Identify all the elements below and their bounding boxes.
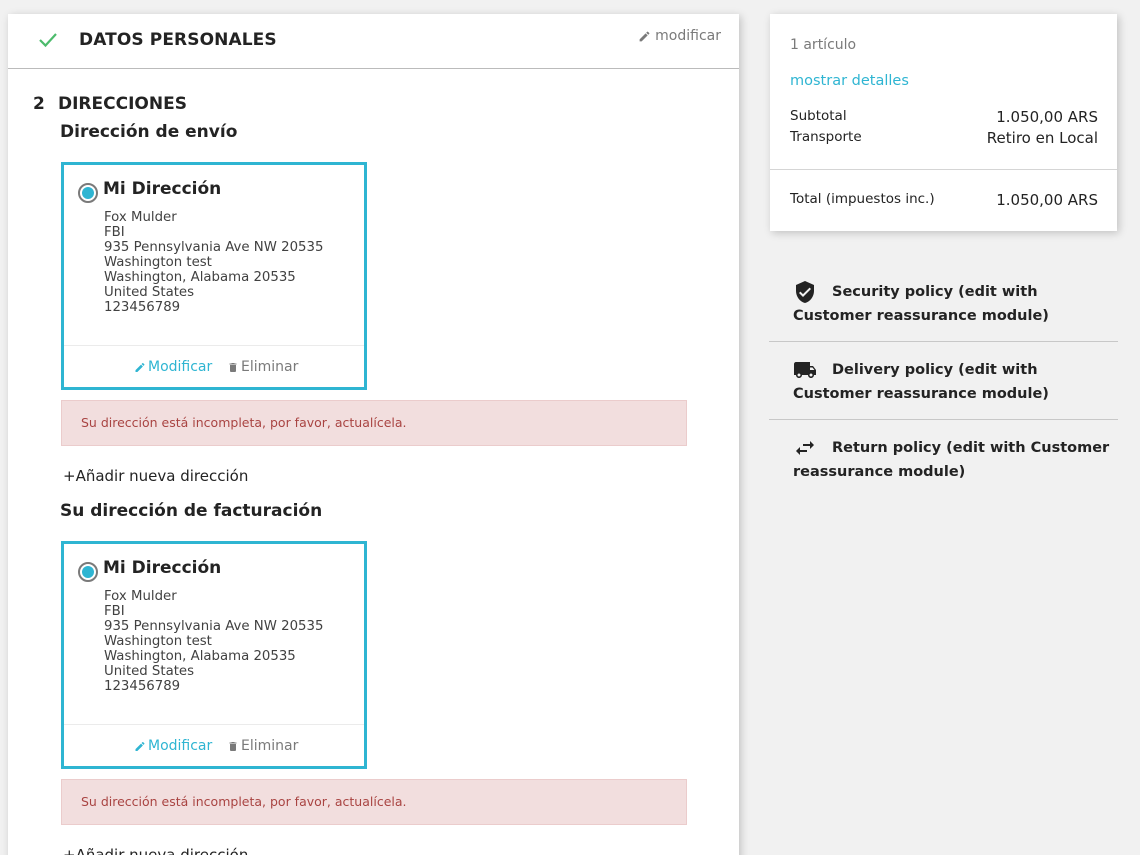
step-number: 2 — [33, 94, 45, 114]
reassurance-text: Delivery policy (edit with Customer reas… — [793, 362, 1049, 402]
subtotal-label: Subtotal — [790, 108, 847, 124]
address-line: FBI — [104, 604, 125, 619]
address-line: Fox Mulder — [104, 210, 177, 225]
delete-address-button[interactable]: Eliminar — [227, 359, 298, 375]
address-line: 935 Pennsylvania Ave NW 20535 — [104, 240, 324, 255]
subtotal-value: 1.050,00 ARS — [996, 108, 1098, 126]
address-line: 123456789 — [104, 300, 181, 315]
shipping-address-card[interactable]: Mi Dirección Fox Mulder FBI 935 Pennsylv… — [61, 162, 367, 390]
delete-address-button[interactable]: Eliminar — [227, 738, 298, 754]
billing-section-title: Su dirección de facturación — [60, 501, 323, 521]
address-lines: Fox Mulder FBI 935 Pennsylvania Ave NW 2… — [104, 589, 323, 694]
reassurance-text: Return policy (edit with Customer reassu… — [793, 440, 1110, 480]
address-alias: Mi Dirección — [103, 179, 222, 199]
address-line: Washington, Alabama 20535 — [104, 270, 296, 285]
address-alias: Mi Dirección — [103, 558, 222, 578]
address-line: FBI — [104, 225, 125, 240]
checkout-steps-panel: DATOS PERSONALES modificar 2 DIRECCIONES… — [8, 14, 739, 855]
shipping-section-title: Dirección de envío — [60, 122, 238, 142]
cart-items-count: 1 artículo — [790, 37, 857, 53]
subtotal-row: Subtotal 1.050,00 ARS — [790, 108, 1098, 126]
reassurance-delivery: Delivery policy (edit with Customer reas… — [769, 358, 1118, 406]
swap-arrows-icon — [796, 441, 814, 455]
step-title: DIRECCIONES — [58, 94, 187, 114]
edit-label: modificar — [655, 28, 721, 44]
summary-divider — [770, 169, 1117, 170]
address-line: 123456789 — [104, 679, 181, 694]
add-new-address-link[interactable]: +Añadir nueva dirección — [63, 467, 248, 485]
reassurance-return: Return policy (edit with Customer reassu… — [769, 436, 1118, 484]
reassurance-security: Security policy (edit with Customer reas… — [769, 280, 1118, 328]
incomplete-address-alert: Su dirección está incompleta, por favor,… — [61, 400, 687, 446]
delete-address-label: Eliminar — [241, 359, 299, 375]
total-value: 1.050,00 ARS — [996, 191, 1098, 209]
trash-icon — [229, 741, 237, 751]
edit-address-button[interactable]: Modificar — [134, 738, 212, 754]
trash-icon — [229, 362, 237, 372]
truck-icon — [794, 362, 816, 378]
reassurance-divider — [769, 341, 1118, 342]
address-line: United States — [104, 664, 195, 679]
incomplete-address-alert: Su dirección está incompleta, por favor,… — [61, 779, 687, 825]
reassurance-text: Security policy (edit with Customer reas… — [793, 284, 1049, 324]
shipping-label: Transporte — [790, 129, 862, 145]
address-line: United States — [104, 285, 195, 300]
add-address-label: Añadir nueva dirección — [75, 467, 249, 485]
shield-check-icon — [796, 281, 814, 303]
total-row: Total (impuestos inc.) 1.050,00 ARS — [790, 191, 1098, 209]
address-radio[interactable] — [78, 183, 98, 203]
address-line: Fox Mulder — [104, 589, 177, 604]
address-line: 935 Pennsylvania Ave NW 20535 — [104, 619, 324, 634]
address-line: Washington test — [104, 255, 212, 270]
billing-address-card[interactable]: Mi Dirección Fox Mulder FBI 935 Pennsylv… — [61, 541, 367, 769]
address-lines: Fox Mulder FBI 935 Pennsylvania Ave NW 2… — [104, 210, 323, 315]
address-radio[interactable] — [78, 562, 98, 582]
total-label: Total (impuestos inc.) — [790, 191, 935, 207]
shipping-row: Transporte Retiro en Local — [790, 129, 1098, 147]
pencil-icon — [135, 741, 145, 751]
pencil-icon — [639, 31, 650, 41]
cart-summary: 1 artículo mostrar detalles Subtotal 1.0… — [770, 14, 1117, 231]
edit-address-label: Modificar — [148, 738, 213, 754]
reassurance-divider — [769, 419, 1118, 420]
add-new-address-link[interactable]: +Añadir nueva dirección — [63, 846, 248, 855]
edit-personal-info-link[interactable]: modificar — [638, 28, 721, 44]
show-details-link[interactable]: mostrar detalles — [790, 73, 909, 89]
step-personal-info-header: DATOS PERSONALES modificar — [8, 14, 739, 69]
shipping-value: Retiro en Local — [986, 129, 1098, 147]
delete-address-label: Eliminar — [241, 738, 299, 754]
address-card-footer: Modificar Eliminar — [64, 345, 364, 390]
add-address-label: Añadir nueva dirección — [75, 846, 249, 855]
edit-address-button[interactable]: Modificar — [134, 359, 212, 375]
address-line: Washington test — [104, 634, 212, 649]
address-line: Washington, Alabama 20535 — [104, 649, 296, 664]
edit-address-label: Modificar — [148, 359, 213, 375]
check-icon — [39, 33, 57, 48]
address-card-footer: Modificar Eliminar — [64, 724, 364, 769]
pencil-icon — [135, 362, 145, 372]
step-title: DATOS PERSONALES — [79, 30, 277, 50]
